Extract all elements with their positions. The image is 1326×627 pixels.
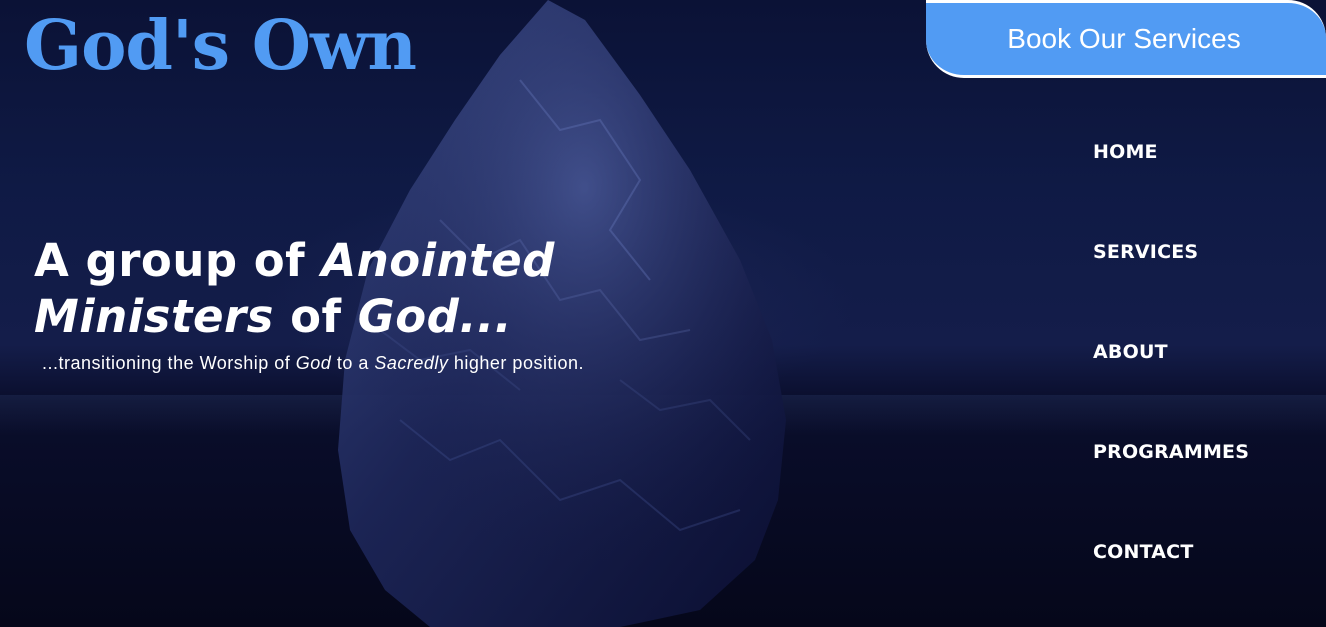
nav-item-contact[interactable]: CONTACT — [1093, 538, 1249, 627]
subline-emphasis-1: God — [295, 353, 332, 373]
main-nav: HOME SERVICES ABOUT PROGRAMMES CONTACT — [1093, 138, 1249, 627]
headline-text-2: of — [273, 290, 358, 343]
site-logo[interactable]: God's Own — [24, 6, 417, 86]
headline-emphasis-2: God... — [357, 290, 513, 343]
hero-headline: A group of Anointed Ministers of God... — [34, 233, 654, 345]
book-services-button[interactable]: Book Our Services — [926, 0, 1326, 78]
nav-item-services[interactable]: SERVICES — [1093, 238, 1249, 338]
nav-item-about[interactable]: ABOUT — [1093, 338, 1249, 438]
subline-text-3: higher position. — [448, 353, 584, 373]
subline-emphasis-2: Sacredly — [374, 353, 449, 373]
nav-item-programmes[interactable]: PROGRAMMES — [1093, 438, 1249, 538]
subline-text-1: ...transitioning the Worship of — [42, 353, 296, 373]
nav-item-home[interactable]: HOME — [1093, 138, 1249, 238]
book-services-label: Book Our Services — [1007, 23, 1241, 54]
headline-text-1: A group of — [34, 234, 322, 287]
subline-text-2: to a — [331, 353, 375, 373]
hero-subline: ...transitioning the Worship of God to a… — [42, 351, 584, 375]
